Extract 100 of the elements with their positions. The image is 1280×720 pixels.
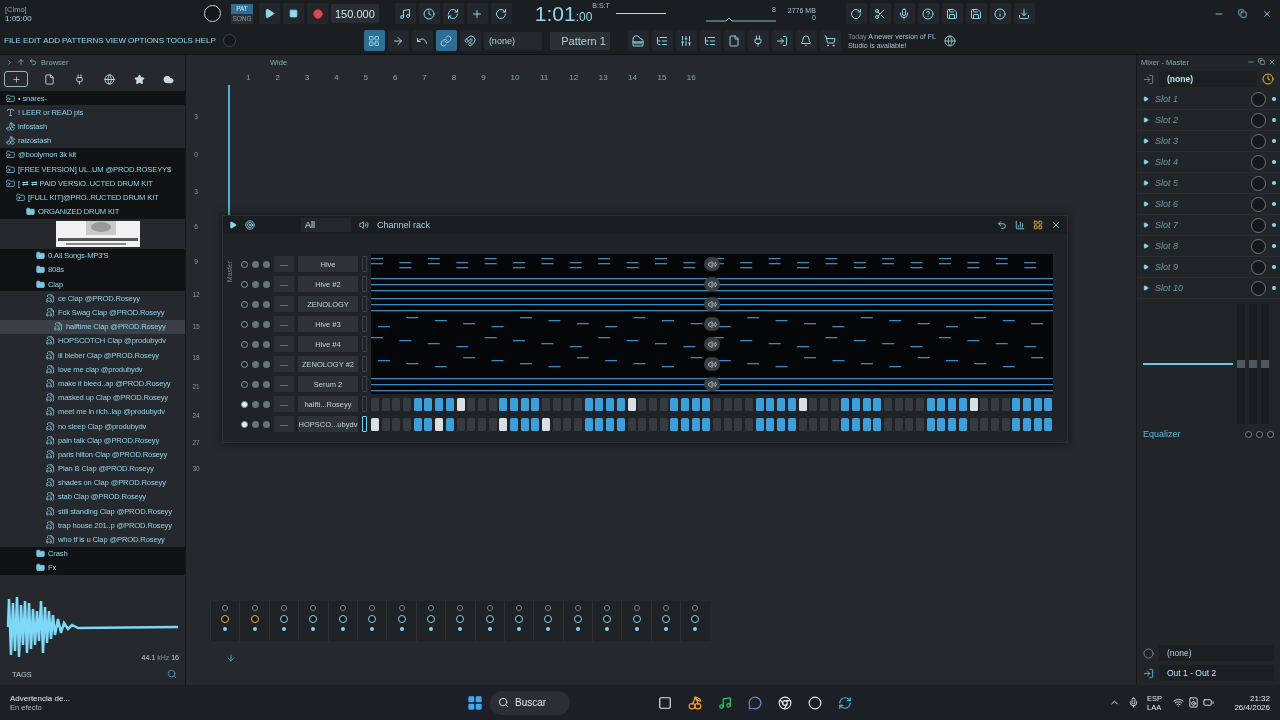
step-button[interactable] [435,417,444,431]
mix-knob[interactable] [1251,280,1266,296]
countdown-button[interactable] [442,3,464,24]
magnet-icon[interactable] [459,30,481,51]
strip-knob[interactable] [516,605,523,611]
channel-led[interactable] [241,400,248,408]
slide-icon[interactable] [411,30,433,51]
channel-select-marker[interactable] [362,396,367,412]
strip-pan-knob[interactable] [603,615,612,623]
strip-pan-knob[interactable] [250,615,259,623]
step-button[interactable] [424,397,433,411]
pan-knob[interactable] [252,320,259,328]
expand-icon[interactable] [1143,285,1149,291]
step-button[interactable] [680,397,689,411]
step-button[interactable] [499,397,508,411]
search-field[interactable]: Buscar [490,690,570,715]
channel-select-marker[interactable] [362,256,367,272]
mix-knob[interactable] [1251,217,1266,233]
step-button[interactable] [584,397,593,411]
step-button[interactable] [787,417,796,431]
globe-icon[interactable] [943,34,956,47]
slot-led[interactable] [1272,160,1276,164]
step-button[interactable] [766,417,775,431]
record-button[interactable] [307,3,328,24]
pan-knob[interactable] [252,360,259,368]
metronome-button[interactable] [394,3,416,24]
step-button[interactable] [1022,417,1031,431]
back-icon[interactable] [29,58,37,66]
effect-slot[interactable]: Slot 4 [1155,157,1245,167]
step-button[interactable] [937,397,946,411]
speaker-icon[interactable] [704,337,720,351]
step-button[interactable] [926,397,935,411]
step-button[interactable] [691,417,700,431]
step-button[interactable] [445,417,454,431]
volume-knob[interactable] [263,320,270,328]
step-button[interactable] [616,417,625,431]
wifi-icon[interactable] [1173,697,1184,708]
volume-knob[interactable] [263,280,270,288]
scissors-icon[interactable] [869,3,891,24]
info-icon[interactable] [989,3,1011,24]
strip-knob[interactable] [251,605,258,611]
step-button[interactable] [584,417,593,431]
mix-knob[interactable] [1251,259,1266,275]
mix-knob[interactable] [1251,91,1266,107]
menu-item[interactable]: VIEW [104,36,127,45]
strip-pan-knob[interactable] [426,615,435,623]
scroll-arrow-icon[interactable] [226,653,236,663]
effect-slot[interactable]: Slot 10 [1155,283,1245,293]
step-button[interactable] [777,397,786,411]
step-button[interactable] [499,417,508,431]
step-button[interactable] [862,417,871,431]
slot-led[interactable] [1272,139,1276,143]
wait-button[interactable] [418,3,440,24]
pan-knob[interactable] [252,420,259,428]
mixer-track-field[interactable]: — [274,316,294,332]
channel-rack-icon[interactable] [651,30,673,51]
step-button[interactable] [841,397,850,411]
step-button[interactable] [691,397,700,411]
pattern-selector[interactable]: Pattern 1 [549,31,610,50]
speaker-icon[interactable] [704,277,720,291]
play-icon[interactable] [229,221,237,229]
expand-icon[interactable] [1143,243,1149,249]
mixer-track-field[interactable]: — [274,296,294,312]
step-button[interactable] [787,397,796,411]
speaker-icon[interactable] [704,317,720,331]
up-icon[interactable] [17,58,25,66]
step-button[interactable] [841,417,850,431]
volume-knob[interactable] [263,380,270,388]
step-button[interactable] [937,417,946,431]
microphone-icon[interactable] [893,3,915,24]
channel-select-marker[interactable] [362,296,367,312]
mix-knob[interactable] [1251,112,1266,128]
channel-led[interactable] [241,420,248,428]
strip-pan-knob[interactable] [691,615,700,623]
mix-knob[interactable] [1251,196,1266,212]
channel-select-marker[interactable] [362,316,367,332]
channel-select-marker[interactable] [362,376,367,392]
help-icon[interactable] [917,3,939,24]
undo-icon[interactable] [997,220,1007,230]
step-button[interactable] [680,417,689,431]
step-button[interactable] [413,397,422,411]
step-button[interactable] [456,397,465,411]
mix-knob[interactable] [1251,154,1266,170]
target-icon[interactable] [245,220,255,230]
output-selector[interactable]: Out 1 - Out 2 [1159,665,1274,681]
step-button[interactable] [627,397,636,411]
undo-icon[interactable] [845,3,867,24]
step-button[interactable] [948,397,957,411]
mixer-track-field[interactable]: — [274,376,294,392]
speaker-icon[interactable] [704,297,720,311]
strip-knob[interactable] [486,605,493,611]
step-button[interactable] [670,397,679,411]
step-button[interactable] [755,397,764,411]
mixer-track-field[interactable]: — [274,416,294,432]
step-button[interactable] [948,417,957,431]
volume-knob[interactable] [263,260,270,268]
slot-led[interactable] [1272,286,1276,290]
strip-pan-knob[interactable] [632,615,641,623]
volume-knob[interactable] [263,400,270,408]
preset-field[interactable]: (none) [483,31,542,50]
